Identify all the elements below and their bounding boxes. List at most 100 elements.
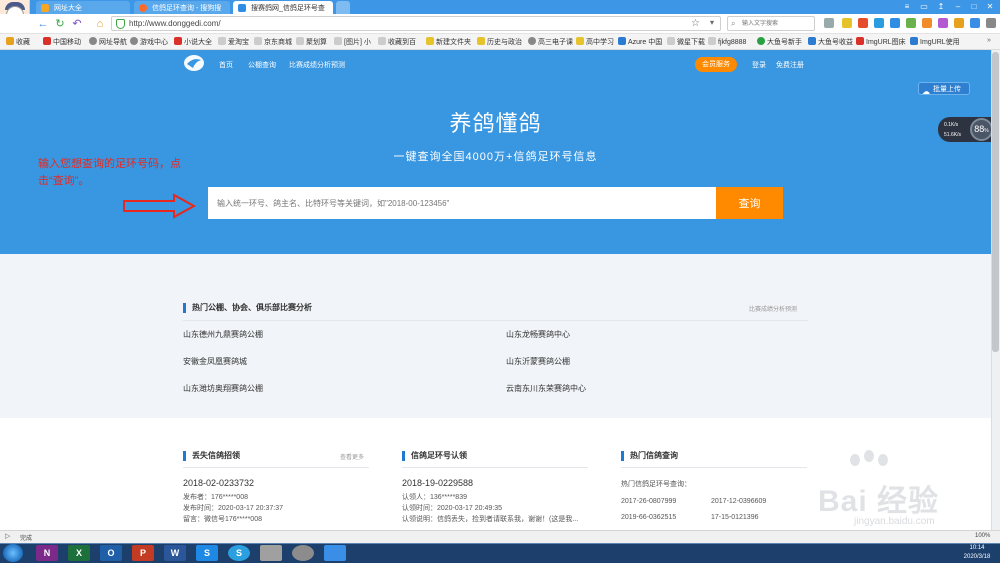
loft-link[interactable]: 山东德州九鼎赛鸽公棚 [183,329,263,340]
bookmark-item[interactable]: Azure 中国 [618,37,662,47]
popular-ring-link[interactable]: 2017-12-0396609 [711,497,766,507]
settings-icon[interactable] [986,18,996,28]
bookmark-item[interactable]: 爱淘宝 [218,37,249,47]
popular-ring-link[interactable]: 2017-26-0807999 [621,497,676,507]
ring-search-input[interactable] [208,187,716,219]
search-button[interactable]: 查询 [716,187,783,219]
windows-start-icon[interactable] [3,544,23,562]
bookmark-item[interactable]: 小说大全 [174,37,212,47]
bookmark-item[interactable]: 大鱼号收益 [808,37,853,47]
extension-orange-icon[interactable] [922,18,932,28]
sidebar-toggle-icon[interactable]: ▷ [5,532,10,540]
extension-play-icon[interactable] [824,18,834,28]
bookmark-item[interactable]: 新建文件夹 [426,37,471,47]
loft-link[interactable]: 安徽金凤凰赛鸽城 [183,356,247,367]
popular-ring-link[interactable]: 17-15-0121396 [711,513,759,523]
taskbar-app-icon[interactable] [260,545,282,561]
pin-icon[interactable]: ↥ [934,1,948,12]
hot-section-more-link[interactable]: 比赛成绩分析预测 [749,304,797,313]
browser-search-input[interactable] [742,17,812,30]
undo-icon[interactable]: ↶ [70,17,84,31]
extension-red-icon[interactable] [858,18,868,28]
bookmark-item[interactable]: ImgURL图床 [856,37,906,47]
extension-key-icon[interactable] [954,18,964,28]
status-bar: ▷ 完成 100% [0,530,1000,543]
bookmark-item[interactable]: 微星下载 [667,37,705,47]
bookmark-item[interactable]: 聚划算 [296,37,327,47]
bookmark-item[interactable]: [图片] 小 [334,37,371,47]
bookmark-star-icon[interactable]: ☆ [691,18,700,29]
taskbar-outlook-icon[interactable]: O [100,545,122,561]
register-link[interactable]: 免费注册 [776,60,804,70]
taskbar-sogou-icon[interactable]: S [228,545,250,561]
loft-link[interactable]: 山东沂蒙赛鸽公棚 [506,356,570,367]
nav-home[interactable]: 首页 [219,60,233,70]
lost-ring-number[interactable]: 2018-02-0233732 [183,478,254,488]
member-service-button[interactable]: 会员服务 [695,57,737,72]
extension-purple-icon[interactable] [938,18,948,28]
bookmarks-overflow-icon[interactable]: » [987,37,991,44]
bookmark-item[interactable]: 历史与政治 [477,37,522,47]
batch-upload-button[interactable]: ☁ 批量上传 [918,82,970,96]
extension-arrow-icon[interactable] [970,18,980,28]
hot-section-title: 热门公棚、协会、俱乐部比赛分析 [183,303,312,313]
minimize-icon[interactable]: – [951,1,965,12]
bookmark-item[interactable]: 网址导航 [89,37,127,47]
popular-ring-link[interactable]: 2019-66-0362515 [621,513,676,523]
taskbar-app-icon[interactable]: S [196,545,218,561]
extension-blue-icon[interactable] [874,18,884,28]
browser-search-box[interactable]: ⌕ [727,16,815,31]
lost-publisher: 发布者：176*****008 [183,494,248,501]
extension-pn-icon[interactable] [842,18,852,28]
nav-race-analysis[interactable]: 比赛成绩分析预测 [289,60,345,70]
tab-hao123[interactable]: 网址大全 [36,1,130,14]
nav-loft-query[interactable]: 公棚查询 [248,60,276,70]
bookmark-item[interactable]: ImgURL使用 [910,37,960,47]
taskbar-powerpoint-icon[interactable]: P [132,545,154,561]
scrollbar-thumb[interactable] [992,52,999,352]
new-tab-button[interactable] [336,1,350,14]
zoom-level[interactable]: 100% [975,533,990,539]
taskbar-excel-icon[interactable]: X [68,545,90,561]
bookmark-item[interactable]: 高中学习 [576,37,614,47]
login-link[interactable]: 登录 [752,60,766,70]
bookmark-item[interactable]: 高三电子课 [528,37,573,47]
claim-ring-number[interactable]: 2018-19-0229588 [402,478,473,488]
bookmark-item[interactable]: fjkfg8888 [708,37,746,46]
taskbar-word-icon[interactable]: W [164,545,186,561]
chevron-down-icon[interactable]: ▾ [710,18,714,27]
bookmark-item[interactable]: 京东商城 [254,37,292,47]
bookmark-item[interactable]: 收藏到百 [378,37,416,47]
home-icon[interactable]: ⌂ [93,17,107,31]
menu-icon[interactable]: ≡ [900,1,914,12]
maximize-icon[interactable]: □ [967,1,981,12]
restore-icon[interactable]: ▭ [917,1,931,12]
loft-link[interactable]: 云南东川东荣赛鸽中心 [506,383,586,394]
lost-message: 留言：微信号176*****008 [183,516,262,523]
lost-section-more-link[interactable]: 查看更多 [340,452,364,461]
loft-link[interactable]: 山东潍坊奥翔赛鸽公棚 [183,383,263,394]
section-divider [183,320,808,321]
site-logo-bird-icon[interactable] [183,54,205,72]
refresh-icon[interactable]: ↻ [53,17,67,31]
tab-donggedi[interactable]: 搜赛鸽网_信鸽足环号查 [233,1,333,14]
bookmark-favorites[interactable]: 收藏 [6,37,30,47]
taskbar-browser-icon[interactable] [324,545,346,561]
extension-green-icon[interactable] [906,18,916,28]
close-icon[interactable]: ✕ [983,1,997,12]
folder-icon [426,37,434,45]
bookmark-item[interactable]: 中国移动 [43,37,81,47]
address-bar[interactable]: http://www.donggedi.com/ ☆ ▾ [111,16,721,31]
tab-sogou-search[interactable]: 信鸽足环查询 - 搜狗搜 [134,1,230,14]
bookmark-item[interactable]: 大鱼号新手 [757,37,802,47]
taskbar-app-icon[interactable] [292,545,314,561]
loft-link[interactable]: 山东龙畅赛鸽中心 [506,329,570,340]
cloud-upload-icon: ☁ [922,87,930,96]
bookmark-item[interactable]: 游戏中心 [130,37,168,47]
doc-icon [708,37,716,45]
popular-section-title: 热门信鸽查询 [621,451,678,461]
extension-edit-icon[interactable] [890,18,900,28]
back-icon[interactable]: ← [36,17,50,31]
taskbar-onenote-icon[interactable]: N [36,545,58,561]
system-clock[interactable]: 10:14 2020/3/18 [955,544,999,562]
